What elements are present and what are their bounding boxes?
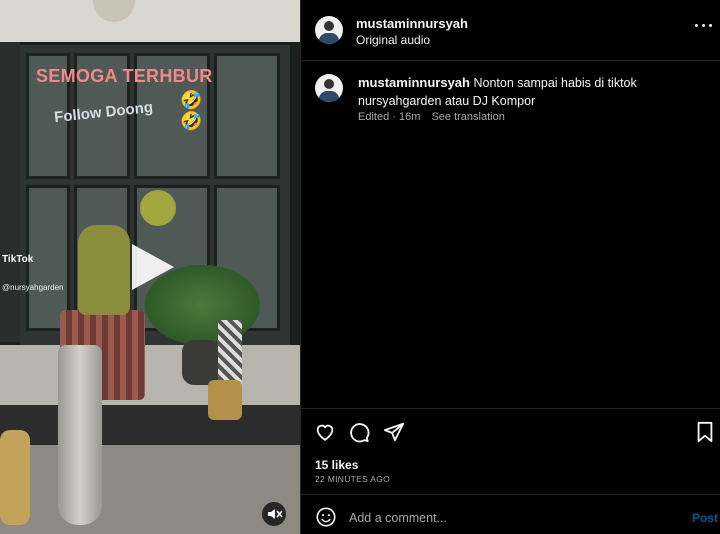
comment-icon[interactable]: [348, 421, 370, 443]
video-scene-ceiling: [0, 0, 300, 42]
video-scene-pot: [208, 380, 242, 420]
post-panel: mustaminnursyah Original audio mustaminn…: [301, 0, 720, 534]
header-username[interactable]: mustaminnursyah: [356, 16, 468, 31]
avatar[interactable]: [315, 16, 343, 44]
emoji-icon[interactable]: [315, 506, 337, 528]
video-scene-vase: [182, 340, 222, 385]
mute-button[interactable]: [262, 502, 286, 526]
heart-icon[interactable]: [314, 421, 336, 443]
share-icon[interactable]: [383, 421, 405, 443]
bookmark-icon[interactable]: [695, 421, 715, 443]
caption-username[interactable]: mustaminnursyah: [358, 75, 470, 90]
video-scene-wall: [0, 42, 20, 342]
video-scene-person-body: [78, 225, 130, 315]
video-scene-stand: [218, 320, 242, 385]
video-scene-floor: [0, 345, 300, 405]
comment-divider: [301, 494, 720, 495]
video-overlay-emoji: 🤣🤣: [180, 90, 203, 131]
post-header: mustaminnursyah Original audio: [301, 0, 720, 61]
video-scene-pillar: [58, 345, 102, 525]
post-time: 22 MINUTES AGO: [315, 474, 391, 484]
caption-meta: Edited · 16m See translation: [358, 111, 505, 123]
tiktok-watermark-user: @nursyahgarden: [2, 283, 64, 292]
tiktok-watermark: TikTok: [2, 254, 34, 265]
post-button[interactable]: Post: [692, 511, 718, 525]
likes-count[interactable]: 15 likes: [315, 458, 358, 472]
actions-divider: [301, 408, 720, 409]
edited-time: Edited · 16m: [358, 111, 421, 123]
video-scene-pot: [0, 430, 30, 525]
video-scene-pane: [214, 53, 280, 179]
caption-avatar[interactable]: [315, 74, 343, 102]
video-scene-step: [0, 405, 300, 445]
more-horizontal-icon[interactable]: [695, 24, 715, 30]
video-overlay-text: SEMOGA TERHBUR: [36, 66, 213, 86]
audio-link[interactable]: Original audio: [356, 33, 430, 47]
comment-input[interactable]: Add a comment...: [349, 511, 649, 525]
video-scene-ground: [0, 445, 300, 534]
video-scene-person-head: [140, 190, 176, 226]
reel-video[interactable]: SEMOGA TERHBUR Follow Doong 🤣🤣 TikTok @n…: [0, 0, 300, 534]
play-icon[interactable]: [124, 240, 178, 294]
speaker-muted-icon: [268, 509, 283, 519]
see-translation-link[interactable]: See translation: [431, 111, 504, 123]
post-caption: mustaminnursyah Nonton sampai habis di t…: [358, 74, 703, 110]
